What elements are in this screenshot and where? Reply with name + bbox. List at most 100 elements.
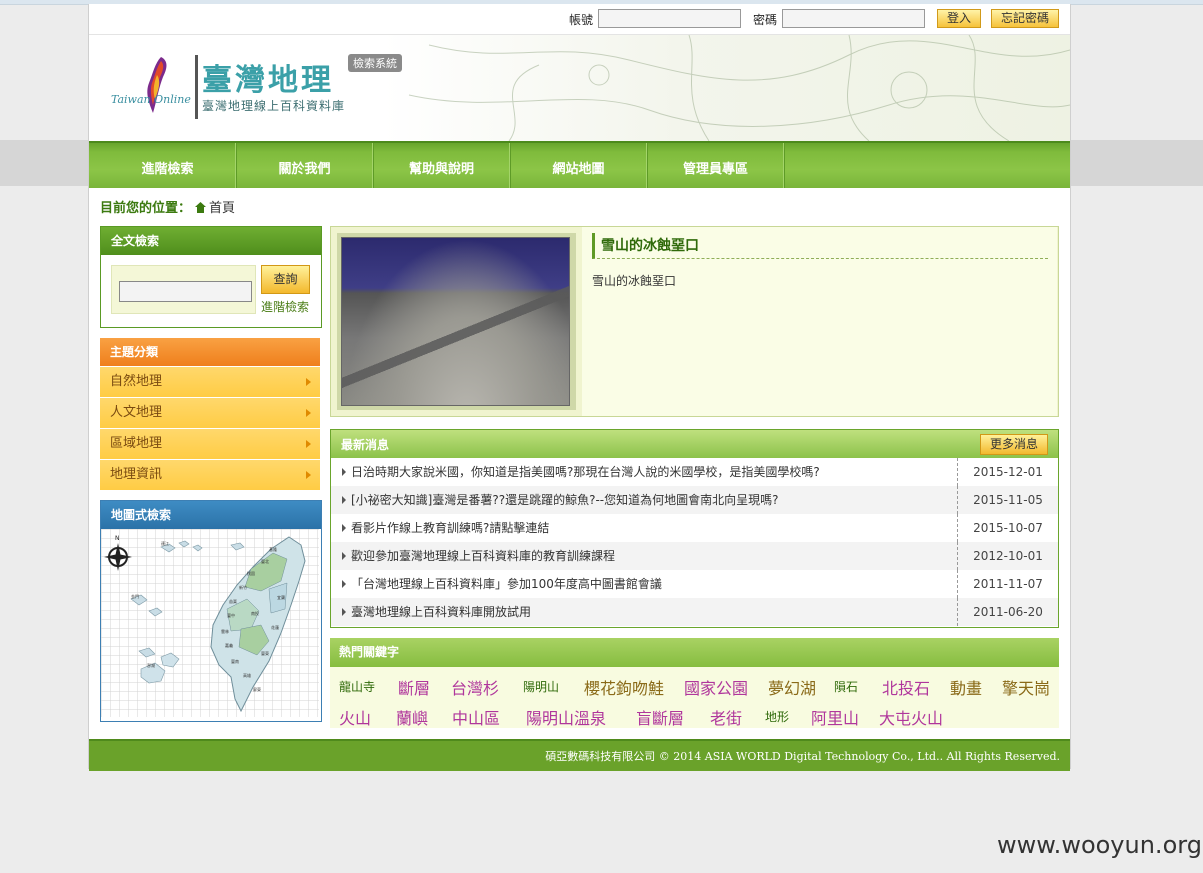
news-row[interactable]: 「台灣地理線上百科資料庫」參加100年度高中圖書館會議 2011-11-07 <box>331 570 1058 598</box>
breadcrumb-label: 目前您的位置： <box>100 201 192 216</box>
featured-photo-frame <box>337 233 576 410</box>
featured-article: 雪山的冰蝕堊口 雪山的冰蝕堊口 <box>330 226 1059 417</box>
map-search-title: 地圖式檢索 <box>101 501 321 529</box>
svg-text:雲林: 雲林 <box>221 628 229 634</box>
news-item-title[interactable]: 日治時期大家說米國，你知道是指美國嗎?那現在台灣人說的米國學校，是指美國學校嗎? <box>351 458 820 486</box>
news-item-title[interactable]: 「台灣地理線上百科資料庫」參加100年度高中圖書館會議 <box>351 570 662 598</box>
category-title: 主題分類 <box>100 338 320 366</box>
news-row[interactable]: 日治時期大家說米國，你知道是指美國嗎?那現在台灣人說的米國學校，是指美國學校嗎?… <box>331 458 1058 486</box>
svg-text:桃園: 桃園 <box>247 570 255 576</box>
nav-site-map[interactable]: 網站地圖 <box>510 143 648 188</box>
keyword-link[interactable]: 盲斷層 <box>636 705 684 729</box>
news-box: 最新消息 更多消息 日治時期大家說米國，你知道是指美國嗎?那現在台灣人說的米國學… <box>330 429 1059 628</box>
keyword-link[interactable]: 老街 <box>710 705 742 729</box>
nav-help[interactable]: 幫助與說明 <box>373 143 511 188</box>
news-item-title[interactable]: 臺灣地理線上百科資料庫開放試用 <box>351 598 531 626</box>
keyword-link[interactable]: 櫻花鉤吻鮭 <box>584 675 664 699</box>
home-icon <box>195 202 207 213</box>
bullet-icon <box>342 552 346 560</box>
keyword-link[interactable]: 斷層 <box>398 675 430 699</box>
keyword-link[interactable]: 龍山寺 <box>339 678 375 695</box>
fulltext-search-body: 查詢 進階檢索 <box>101 255 321 325</box>
more-news-button[interactable]: 更多消息 <box>980 434 1048 455</box>
keyword-link[interactable]: 陽明山 <box>523 678 559 695</box>
news-item-title[interactable]: [小祕密大知識]臺灣是番薯??還是跳躍的鯨魚?--您知道為何地圖會南北向呈現嗎? <box>351 486 779 514</box>
news-item-date: 2015-10-07 <box>957 514 1058 542</box>
copyright-text: 碩亞數碼科技有限公司 © 2014 ASIA WORLD Digital Tec… <box>545 750 1060 763</box>
svg-text:連江: 連江 <box>161 540 169 546</box>
category-item-human[interactable]: 人文地理 <box>100 397 320 428</box>
keyword-link[interactable]: 陽明山溫泉 <box>526 705 606 729</box>
keyword-link[interactable]: 國家公園 <box>684 675 748 699</box>
featured-description: 雪山的冰蝕堊口 <box>592 274 677 288</box>
svg-text:基隆: 基隆 <box>269 546 277 552</box>
keyword-link[interactable]: 蘭嶼 <box>396 705 428 729</box>
svg-text:苗栗: 苗栗 <box>229 599 237 604</box>
svg-text:嘉義: 嘉義 <box>225 642 233 648</box>
nav-about-us[interactable]: 關於我們 <box>236 143 374 188</box>
keyword-link[interactable]: 台灣杉 <box>451 675 499 699</box>
svg-text:金門: 金門 <box>131 593 139 599</box>
bullet-icon <box>342 468 346 476</box>
keyword-link[interactable]: 夢幻湖 <box>768 675 816 699</box>
keyword-link[interactable]: 北投石 <box>882 675 930 699</box>
category-item-regional[interactable]: 區域地理 <box>100 428 320 459</box>
page-container: 帳號 密碼 登入 忘記密碼 Taiwan Online 臺灣地理 臺灣地理線上百… <box>88 4 1071 771</box>
site-header: Taiwan Online 臺灣地理 臺灣地理線上百科資料庫 檢索系統 <box>89 35 1070 141</box>
news-row[interactable]: 歡迎參加臺灣地理線上百科資料庫的教育訓練課程 2012-10-01 <box>331 542 1058 570</box>
featured-title[interactable]: 雪山的冰蝕堊口 <box>592 233 1048 259</box>
breadcrumb-current[interactable]: 首頁 <box>209 201 235 216</box>
taiwan-logo-icon <box>131 55 181 115</box>
news-item-date: 2011-11-07 <box>957 570 1058 598</box>
bullet-icon <box>342 608 346 616</box>
hot-keywords-title: 熱門關鍵字 <box>330 638 1059 667</box>
nav-admin[interactable]: 管理員專區 <box>647 143 785 188</box>
svg-text:花蓮: 花蓮 <box>271 624 279 630</box>
breadcrumb: 目前您的位置： 首頁 <box>100 197 235 216</box>
keyword-link[interactable]: 隕石 <box>834 678 858 695</box>
bullet-icon <box>342 524 346 532</box>
news-row[interactable]: [小祕密大知識]臺灣是番薯??還是跳躍的鯨魚?--您知道為何地圖會南北向呈現嗎?… <box>331 486 1058 514</box>
category-item-geoinfo[interactable]: 地理資訊 <box>100 459 320 490</box>
news-item-date: 2011-06-20 <box>957 598 1058 626</box>
svg-text:臺南: 臺南 <box>231 658 239 664</box>
taiwan-map[interactable]: N 基隆 臺北 桃園 新竹 苗栗 臺中 南投 雲林 嘉義 臺南 高雄 屏東 宜蘭 花蓮 臺東 <box>101 529 321 717</box>
keyword-link[interactable]: 地形 <box>765 708 789 725</box>
login-bar: 帳號 密碼 登入 忘記密碼 <box>89 4 1070 35</box>
search-input[interactable] <box>119 281 252 302</box>
keyword-link[interactable]: 動畫 <box>950 675 982 699</box>
news-item-date: 2012-10-01 <box>957 542 1058 570</box>
news-header: 最新消息 更多消息 <box>331 430 1058 458</box>
logo-title: 臺灣地理 <box>202 63 334 98</box>
news-item-title[interactable]: 歡迎參加臺灣地理線上百科資料庫的教育訓練課程 <box>351 542 615 570</box>
news-row[interactable]: 看影片作線上教育訓練嗎?請點擊連結 2015-10-07 <box>331 514 1058 542</box>
keyword-link[interactable]: 中山區 <box>452 705 500 729</box>
keyword-link[interactable]: 大屯火山 <box>879 705 943 729</box>
login-button[interactable]: 登入 <box>937 9 981 28</box>
advanced-search-link[interactable]: 進階檢索 <box>261 298 309 315</box>
news-item-date: 2015-12-01 <box>957 458 1058 486</box>
category-item-natural[interactable]: 自然地理 <box>100 366 320 397</box>
search-input-panel <box>111 265 256 314</box>
svg-text:屏東: 屏東 <box>253 686 261 692</box>
keyword-link[interactable]: 阿里山 <box>811 705 859 729</box>
featured-text-panel: 雪山的冰蝕堊口 雪山的冰蝕堊口 <box>582 227 1057 416</box>
svg-text:N: N <box>115 535 120 542</box>
nav-advanced-search[interactable]: 進階檢索 <box>99 143 237 188</box>
keyword-link[interactable]: 擎天崗 <box>1002 675 1050 699</box>
account-input[interactable] <box>598 9 741 28</box>
category-box: 主題分類 自然地理 人文地理 區域地理 地理資訊 <box>100 338 320 490</box>
category-label: 地理資訊 <box>110 467 163 482</box>
main-nav: 進階檢索 關於我們 幫助與說明 網站地圖 管理員專區 <box>89 141 1070 188</box>
old-map-decoration <box>408 35 1070 141</box>
news-row[interactable]: 臺灣地理線上百科資料庫開放試用 2011-06-20 <box>331 598 1058 626</box>
news-item-title[interactable]: 看影片作線上教育訓練嗎?請點擊連結 <box>351 514 549 542</box>
forgot-password-button[interactable]: 忘記密碼 <box>991 9 1059 28</box>
query-button[interactable]: 查詢 <box>261 265 310 294</box>
password-input[interactable] <box>782 9 925 28</box>
featured-photo[interactable] <box>341 237 570 406</box>
map-search-box: 地圖式檢索 N 基隆 臺北 桃園 新竹 苗栗 臺中 南投 雲林 嘉義 臺南 高雄… <box>100 500 322 722</box>
news-title: 最新消息 <box>341 438 390 452</box>
fulltext-search-box: 全文檢索 查詢 進階檢索 <box>100 226 322 328</box>
keyword-link[interactable]: 火山 <box>339 705 371 729</box>
